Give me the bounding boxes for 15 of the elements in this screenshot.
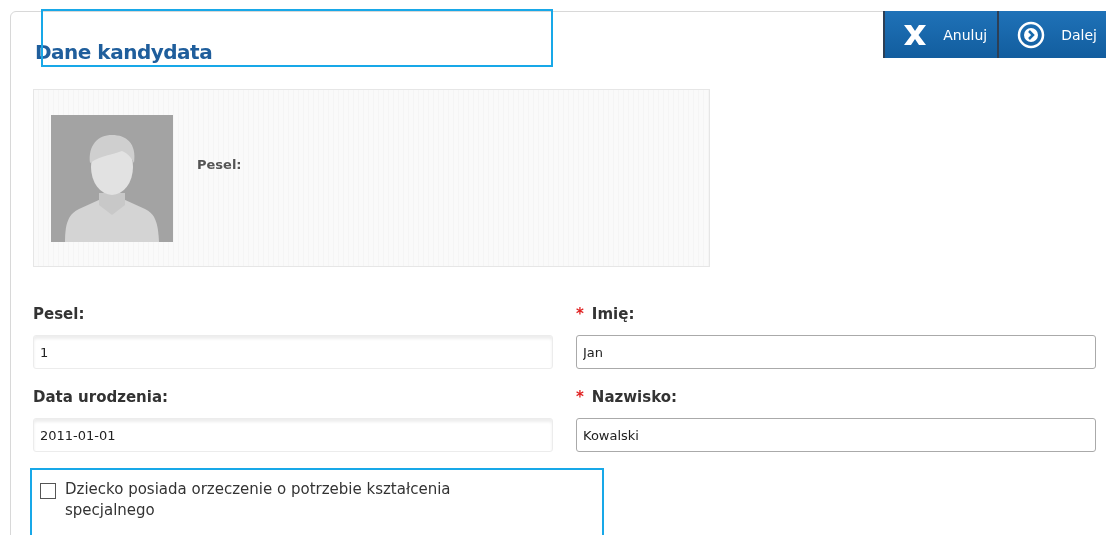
cancel-button[interactable]: Anuluj — [883, 11, 998, 58]
field-label: Pesel: — [33, 305, 85, 325]
required-asterisk: * — [576, 388, 584, 408]
field-label: Data urodzenia: — [33, 388, 169, 408]
field-label: Nazwisko: — [591, 388, 678, 408]
input-field[interactable]: Kowalski — [576, 418, 1096, 452]
checkbox-label: Dziecko posiada orzeczenie o potrzebie kształcenia specjalnego — [65, 479, 452, 521]
input-field[interactable]: Jan — [576, 335, 1096, 369]
next-button[interactable]: Dalej — [997, 11, 1106, 58]
arrow-circle-icon — [1017, 20, 1046, 49]
pesel-label: Pesel: — [197, 157, 242, 172]
checkbox[interactable] — [40, 483, 56, 499]
close-icon — [903, 23, 928, 46]
required-asterisk: * — [576, 305, 584, 325]
field-label: Imię: — [591, 305, 635, 325]
